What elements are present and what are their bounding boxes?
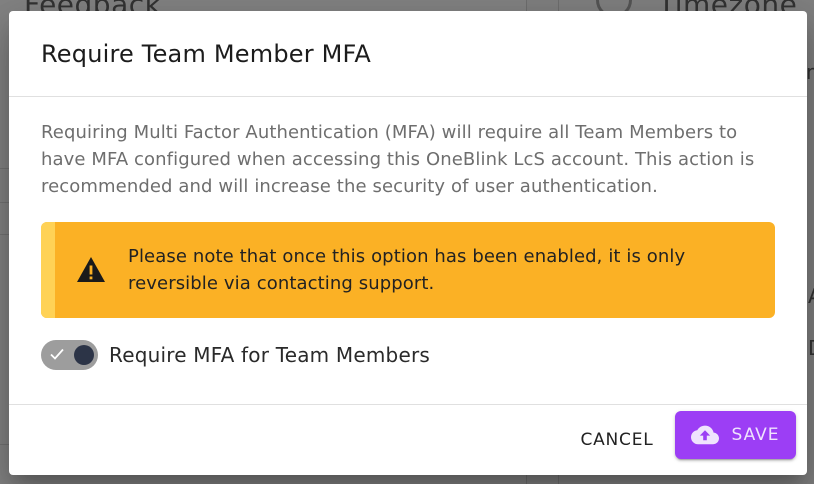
toggle-thumb bbox=[74, 345, 94, 365]
background-edge-text: n bbox=[806, 60, 814, 84]
check-icon bbox=[50, 348, 64, 360]
background-edge-text: A bbox=[808, 284, 814, 308]
alert-stripe bbox=[41, 222, 55, 318]
mfa-dialog: Require Team Member MFA Requiring Multi … bbox=[9, 11, 807, 475]
dialog-description: Requiring Multi Factor Authentication (M… bbox=[41, 122, 755, 197]
save-button[interactable]: SAVE bbox=[675, 411, 796, 459]
background-edge-text: D bbox=[808, 336, 814, 360]
warning-alert: Please note that once this option has be… bbox=[41, 222, 775, 318]
mfa-toggle-label[interactable]: Require MFA for Team Members bbox=[109, 343, 430, 367]
dialog-footer: CANCEL SAVE bbox=[9, 405, 807, 475]
dialog-title: Require Team Member MFA bbox=[41, 39, 371, 68]
alert-text: Please note that once this option has be… bbox=[128, 246, 686, 294]
cloud-upload-icon bbox=[691, 425, 720, 445]
dialog-body: Requiring Multi Factor Authentication (M… bbox=[9, 97, 807, 405]
cancel-button[interactable]: CANCEL bbox=[566, 421, 668, 459]
warning-icon bbox=[77, 257, 105, 282]
save-button-label: SAVE bbox=[731, 425, 780, 445]
mfa-toggle-row: Require MFA for Team Members bbox=[41, 340, 775, 370]
mfa-toggle-switch[interactable] bbox=[41, 340, 98, 370]
dialog-header: Require Team Member MFA bbox=[9, 11, 807, 97]
